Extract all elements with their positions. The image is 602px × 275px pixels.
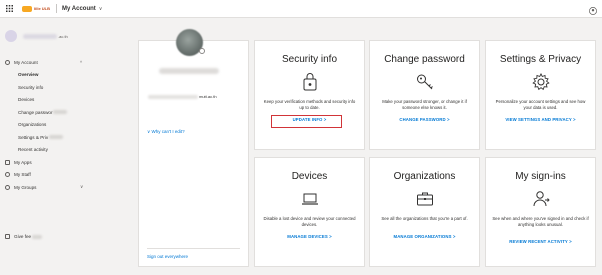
highlight-box	[271, 115, 342, 128]
card-title: Organizations	[393, 171, 456, 182]
person-icon	[5, 59, 10, 65]
my-sign-ins-card: My sign-ins See when and where you've si…	[485, 157, 596, 267]
feedback-label: Give fee	[14, 234, 32, 239]
sign-in-person-icon	[530, 188, 552, 210]
sidebar-item-overview[interactable]: Overview	[0, 69, 135, 82]
gear-icon	[530, 71, 552, 93]
card-title: Settings & Privacy	[499, 54, 582, 65]
topbar-divider	[56, 4, 58, 13]
devices-card: Devices Disable a lost device and review…	[254, 157, 365, 267]
redacted-email	[148, 94, 198, 99]
chevron-down-icon[interactable]: ∨	[80, 184, 83, 190]
sidebar-item-security-info[interactable]: Security info	[0, 81, 135, 94]
card-description: See all the organizations that you're a …	[381, 216, 468, 221]
card-description: Disable a lost device and review your co…	[263, 216, 356, 227]
redacted-display-name	[159, 68, 219, 74]
edit-photo-icon[interactable]	[199, 48, 205, 54]
manage-devices-link[interactable]: MANAGE DEVICES >	[255, 234, 364, 239]
apps-icon	[5, 159, 10, 165]
card-title: Security info	[281, 54, 338, 65]
card-description: See when and where you've signed in and …	[492, 216, 589, 227]
card-title: Change password	[384, 54, 465, 65]
card-description: Make your password stronger, or change i…	[382, 99, 467, 110]
sidebar-item-label: My Staff	[14, 172, 31, 178]
divider	[147, 248, 240, 249]
settings-privacy-card: Settings & Privacy Personalize your acco…	[485, 40, 596, 150]
review-recent-activity-link[interactable]: REVIEW RECENT ACTIVITY >	[486, 239, 595, 244]
sidebar-item-label: Security info	[18, 84, 44, 90]
key-icon	[414, 71, 436, 93]
view-settings-link[interactable]: VIEW SETTINGS AND PRIVACY >	[486, 117, 595, 122]
chevron-down-icon[interactable]: ∨	[99, 6, 103, 12]
redacted-text	[53, 110, 68, 115]
feedback-icon	[5, 234, 10, 239]
sidebar-item-label: Overview	[18, 72, 39, 78]
sidebar-item-label: Devices	[18, 97, 35, 103]
organizations-card: Organizations See all the organizations …	[369, 157, 480, 267]
sidebar-item-label: My Apps	[14, 159, 32, 165]
sidebar-item-label: My Groups	[14, 184, 37, 190]
sidebar-nav: My Account ^ Overview Security info Devi…	[0, 56, 135, 194]
sidebar-item-label: Settings & Priv	[18, 134, 49, 140]
groups-icon	[5, 184, 10, 190]
app-launcher-icon[interactable]	[0, 0, 18, 17]
profile-email: mutt.ac.th	[148, 94, 217, 99]
redacted-text	[32, 234, 43, 239]
security-info-card: Security info Keep your verification met…	[254, 40, 365, 150]
app-title[interactable]: My Account	[62, 6, 96, 12]
profile-card: mutt.ac.th ∨ Why can't I edit? Sign out …	[138, 29, 249, 267]
card-title: My sign-ins	[515, 171, 566, 182]
sidebar: .ac.th My Account ^ Overview Security in…	[0, 18, 135, 275]
card-title: Devices	[291, 171, 328, 182]
top-bar: lille ULB My Account ∨	[0, 0, 602, 18]
give-feedback-link[interactable]: Give fee	[5, 234, 43, 239]
avatar	[5, 30, 17, 42]
chevron-up-icon[interactable]: ^	[80, 60, 82, 65]
sidebar-item-label: My Account	[14, 59, 38, 65]
organization-logo[interactable]: lille ULB	[22, 0, 50, 17]
user-identity: .ac.th	[5, 30, 68, 42]
card-description: Personalize your account settings and se…	[495, 99, 586, 110]
sidebar-item-label: Recent activity	[18, 147, 48, 153]
why-cant-i-edit-link[interactable]: ∨ Why can't I edit?	[147, 129, 185, 135]
logo-text: lille ULB	[34, 6, 51, 11]
sidebar-item-my-staff[interactable]: My Staff	[0, 169, 135, 182]
sidebar-item-my-apps[interactable]: My Apps	[0, 156, 135, 169]
sidebar-item-my-groups[interactable]: My Groups ∨	[0, 181, 135, 194]
profile-email-suffix: mutt.ac.th	[199, 94, 217, 99]
sidebar-item-my-account[interactable]: My Account ^	[0, 56, 135, 69]
redacted-user-name	[23, 33, 57, 39]
security-info-icon	[299, 71, 321, 93]
laptop-icon	[299, 188, 321, 210]
sign-out-everywhere-link[interactable]: Sign out everywhere	[147, 254, 188, 259]
account-manager-icon[interactable]	[588, 3, 598, 15]
staff-icon	[5, 172, 10, 178]
sidebar-item-organizations[interactable]: Organizations	[0, 119, 135, 132]
redacted-text	[49, 135, 64, 140]
user-email-suffix: .ac.th	[58, 33, 68, 39]
sidebar-item-label: Organizations	[18, 122, 47, 128]
sidebar-item-recent-activity[interactable]: Recent activity	[0, 144, 135, 157]
change-password-link[interactable]: CHANGE PASSWORD >	[370, 117, 479, 122]
change-password-card: Change password Make your password stron…	[369, 40, 480, 150]
sidebar-item-label: Change passwor	[18, 109, 53, 115]
logo-mark-icon	[22, 5, 32, 12]
briefcase-icon	[414, 188, 436, 210]
sidebar-item-devices[interactable]: Devices	[0, 94, 135, 107]
manage-organizations-link[interactable]: MANAGE ORGANIZATIONS >	[370, 234, 479, 239]
sidebar-item-change-password[interactable]: Change passwor	[0, 106, 135, 119]
sidebar-item-settings-privacy[interactable]: Settings & Priv	[0, 131, 135, 144]
card-description: Keep your verification methods and secur…	[263, 99, 356, 110]
